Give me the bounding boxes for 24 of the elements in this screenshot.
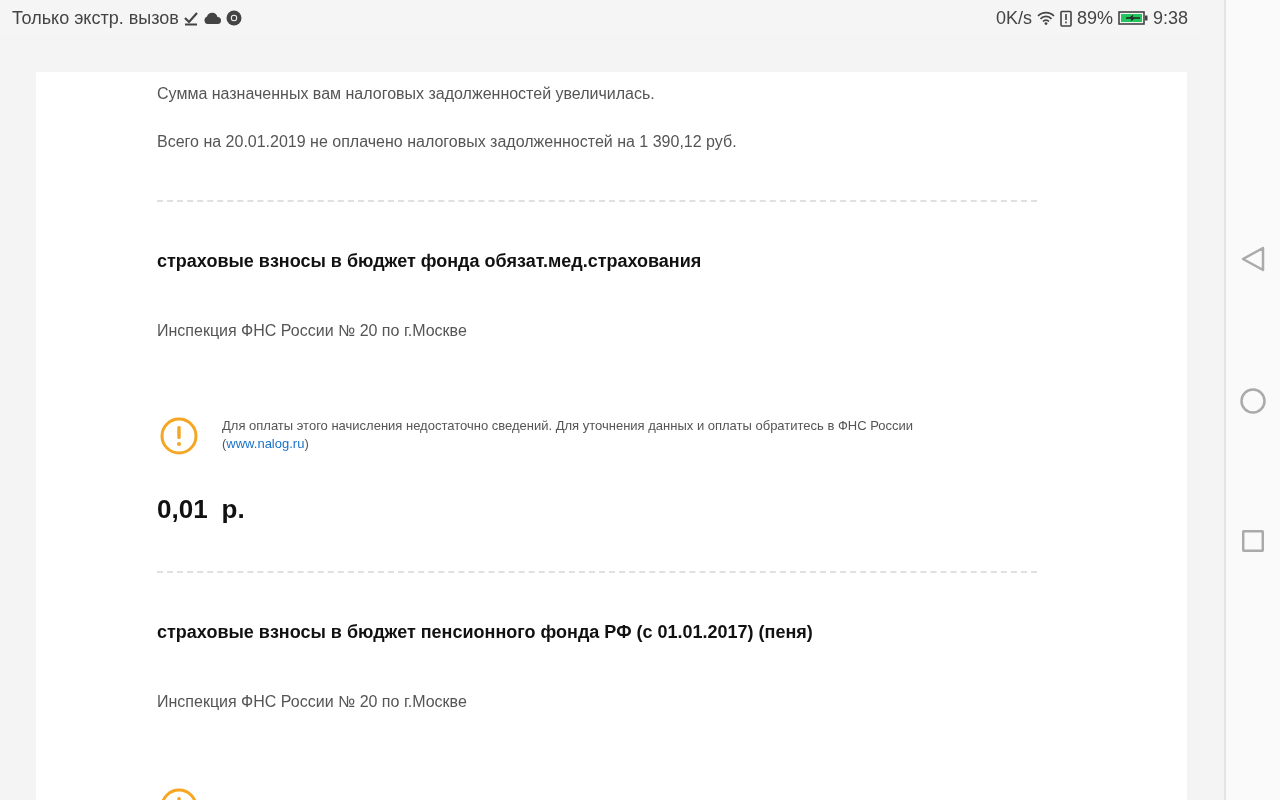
clock-time: 9:38 — [1152, 7, 1188, 29]
alert-battery-icon — [1059, 9, 1072, 27]
charge-title: страховые взносы в бюджет фонда обязат.мед.страхования — [157, 250, 703, 273]
carrier-text: Только экстр. вызов — [12, 7, 179, 29]
network-speed: 0K/s — [995, 7, 1032, 29]
message-text: Всего на 20.01.2019 не оплачено налоговых задолженностей на 1 390,12 руб. — [157, 132, 738, 152]
browser-icon — [225, 10, 242, 26]
message-text: Сумма назначенных вам налоговых задолженностей увеличилась. — [157, 84, 656, 104]
battery-percent: 89% — [1076, 7, 1113, 29]
amount-value: 0,01 — [157, 493, 208, 525]
warning-icon — [160, 417, 198, 455]
back-icon[interactable] — [1241, 246, 1265, 272]
cloud-icon — [202, 12, 221, 24]
inspection-name: Инспекция ФНС России № 20 по г.Москве — [157, 692, 468, 712]
checkmark-icon — [183, 10, 198, 26]
warning-text: Для оплаты этого начисления недостаточно сведений. Для уточнения данных и оплаты обратитесь в ФНС России (www.nalog.ru) — [222, 417, 915, 453]
wifi-icon — [1036, 11, 1055, 25]
link[interactable]: www.nalog.ru — [226, 436, 305, 451]
charge-title: страховые взносы в бюджет пенсионного фонда РФ (с 01.01.2017) (пеня) — [157, 621, 814, 644]
home-icon[interactable] — [1240, 388, 1266, 414]
recents-icon[interactable] — [1242, 530, 1264, 552]
inspection-name: Инспекция ФНС России № 20 по г.Москве — [157, 321, 468, 341]
currency-text: р. — [221, 493, 245, 525]
battery-charging-icon — [1117, 11, 1148, 25]
